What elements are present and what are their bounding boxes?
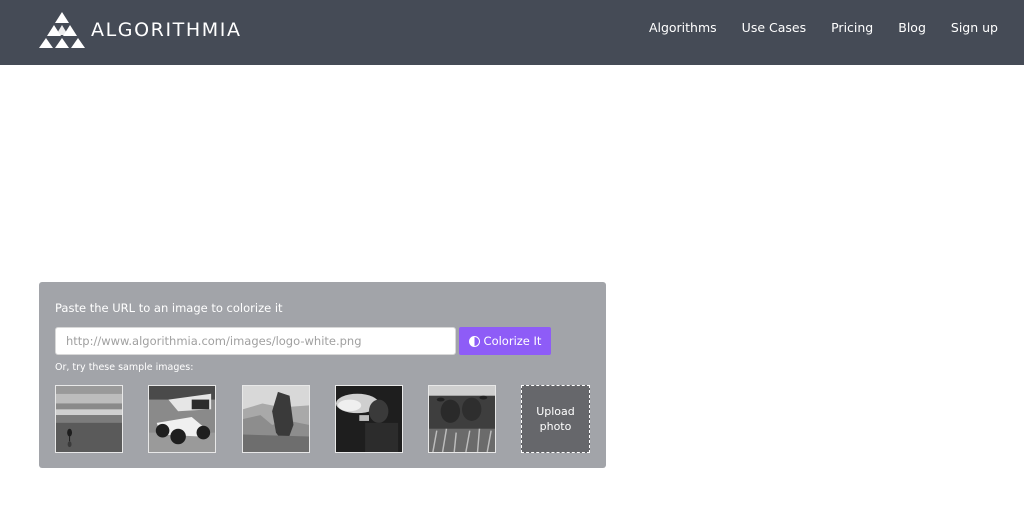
sample-image-race-car[interactable]	[148, 385, 216, 453]
bird-beach-image	[56, 386, 122, 452]
nav-algorithms[interactable]: Algorithms	[649, 20, 717, 35]
nav-blog[interactable]: Blog	[898, 20, 926, 35]
mountain-image	[243, 386, 309, 452]
upload-label-line2: photo	[539, 420, 572, 433]
main-nav: Algorithms Use Cases Pricing Blog Sign u…	[624, 20, 998, 35]
sample-image-mountain[interactable]	[242, 385, 310, 453]
nav-pricing[interactable]: Pricing	[831, 20, 873, 35]
cows-image	[429, 386, 495, 452]
fire-breather-image	[336, 386, 402, 452]
nav-use-cases[interactable]: Use Cases	[742, 20, 806, 35]
top-navbar: ALGORITHMIA Algorithms Use Cases Pricing…	[0, 0, 1024, 65]
sample-image-bird[interactable]	[55, 385, 123, 453]
colorize-panel: Paste the URL to an image to colorize it…	[39, 282, 606, 468]
image-url-input[interactable]	[55, 327, 456, 355]
sample-image-cows[interactable]	[428, 385, 496, 453]
colorize-prompt: Paste the URL to an image to colorize it	[55, 301, 283, 315]
triangle-mountain-logo-icon	[39, 12, 85, 48]
nav-sign-up[interactable]: Sign up	[951, 20, 998, 35]
samples-label: Or, try these sample images:	[55, 362, 194, 373]
colorize-button-label: Colorize It	[483, 334, 542, 348]
upload-photo-button[interactable]: Upload photo	[521, 385, 590, 453]
upload-label-line1: Upload	[536, 405, 575, 418]
half-circle-contrast-icon	[468, 335, 480, 347]
sample-image-fire-breather[interactable]	[335, 385, 403, 453]
colorize-button[interactable]: Colorize It	[459, 327, 551, 355]
race-car-image	[149, 386, 215, 452]
brand-name: ALGORITHMIA	[91, 19, 242, 41]
brand-logo[interactable]: ALGORITHMIA	[39, 11, 242, 49]
